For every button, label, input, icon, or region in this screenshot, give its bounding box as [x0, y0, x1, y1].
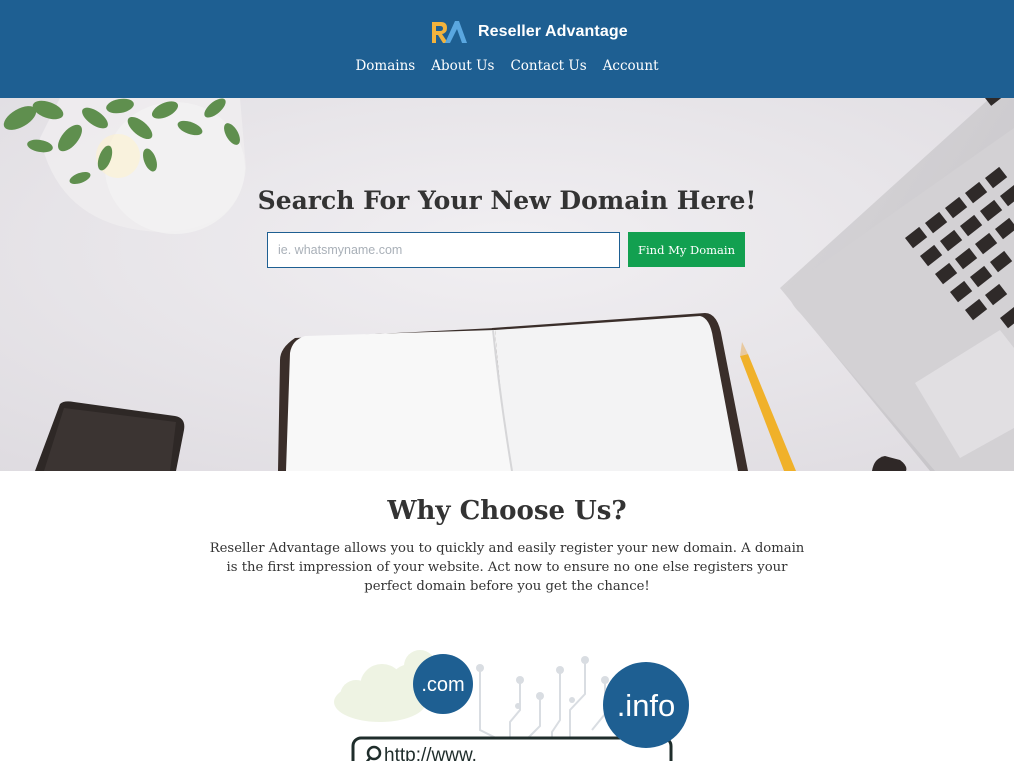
tld-com-label: .com [421, 674, 464, 696]
url-text: http://www. [384, 745, 477, 761]
logo[interactable]: Reseller Advantage [430, 18, 628, 46]
logo-name: Reseller Advantage [478, 23, 628, 40]
why-choose-us-heading: Why Choose Us? [387, 496, 627, 526]
why-choose-us-text: Reseller Advantage allows you to quickly… [209, 541, 805, 594]
nav-account[interactable]: Account [603, 58, 659, 74]
notebook-image [278, 313, 748, 471]
logo-mark-icon [432, 21, 467, 43]
find-my-domain-button[interactable]: Find My Domain [628, 232, 745, 267]
domain-search-input[interactable] [267, 232, 620, 268]
hero-title: Search For Your New Domain Here! [257, 186, 757, 215]
nav-domains[interactable]: Domains [355, 58, 415, 74]
site-header: Reseller Advantage Domains About Us Cont… [0, 0, 1014, 98]
nav-about-us[interactable]: About Us [431, 58, 494, 74]
hero-background-image [0, 98, 1014, 471]
hero-section: Search For Your New Domain Here! Find My… [0, 98, 1014, 471]
nav-contact-us[interactable]: Contact Us [510, 58, 586, 74]
main-nav: Domains About Us Contact Us Account [0, 58, 1014, 74]
domain-illustration: .com http://www. .info [334, 650, 689, 761]
circuit-lines [479, 660, 606, 741]
tld-info-label: .info [617, 688, 676, 723]
